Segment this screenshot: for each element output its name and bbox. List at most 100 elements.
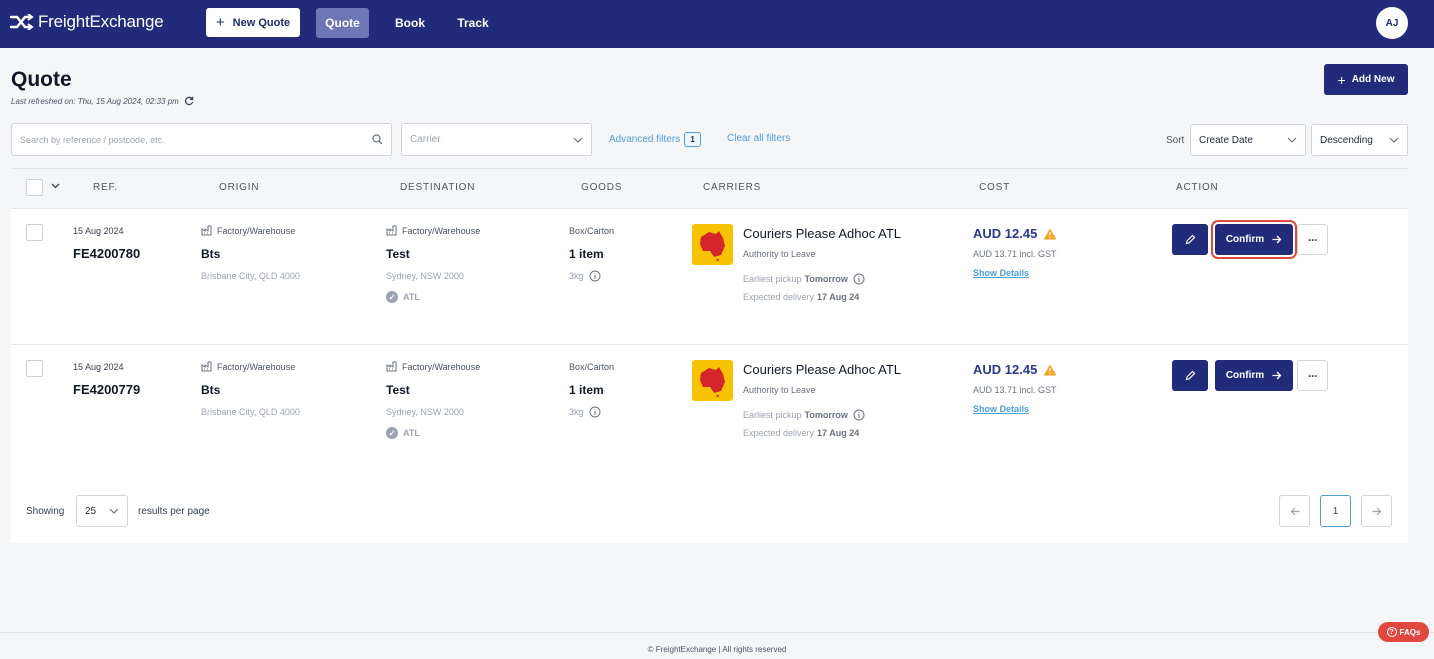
earliest-pickup: Earliest pickup Tomorrow bbox=[743, 273, 865, 285]
sort-order-select[interactable]: Descending bbox=[1311, 124, 1408, 156]
warning-icon bbox=[1037, 228, 1057, 240]
confirm-button[interactable]: Confirm bbox=[1215, 224, 1293, 255]
info-icon[interactable] bbox=[853, 409, 865, 421]
atl-label: ATL bbox=[403, 428, 420, 438]
destination-name: Test bbox=[386, 247, 410, 261]
carrier-select[interactable]: Carrier bbox=[401, 123, 592, 156]
factory-icon bbox=[386, 225, 402, 236]
arrow-right-icon bbox=[1264, 371, 1282, 380]
origin-location: Brisbane City, QLD 4000 bbox=[201, 407, 300, 417]
quote-ref[interactable]: FE4200780 bbox=[73, 246, 140, 261]
per-page-select[interactable]: 25 bbox=[76, 495, 128, 527]
last-refreshed-text: Last refreshed on: Thu, 15 Aug 2024, 02:… bbox=[11, 96, 179, 106]
info-icon[interactable] bbox=[589, 270, 601, 282]
edit-button[interactable] bbox=[1172, 224, 1208, 255]
cost-price: AUD 12.45 bbox=[973, 226, 1057, 241]
origin-type-label: Factory/Warehouse bbox=[217, 361, 296, 372]
faqs-button[interactable]: ? FAQs bbox=[1378, 622, 1429, 642]
destination-type: Factory/Warehouse bbox=[386, 361, 480, 372]
carrier-name: Couriers Please Adhoc ATL bbox=[743, 362, 902, 377]
factory-icon bbox=[201, 361, 217, 372]
faqs-label: FAQs bbox=[1399, 627, 1421, 637]
tab-quote[interactable]: Quote bbox=[316, 8, 369, 38]
check-circle-icon: ✓ bbox=[386, 427, 398, 439]
chevron-down-icon bbox=[1389, 137, 1399, 143]
logo-text: FreightExchange bbox=[38, 12, 164, 31]
cost-price: AUD 12.45 bbox=[973, 362, 1057, 377]
info-icon[interactable] bbox=[853, 273, 865, 285]
more-options-button[interactable]: ··· bbox=[1297, 224, 1328, 255]
question-icon: ? bbox=[1386, 627, 1397, 637]
warning-icon bbox=[1037, 364, 1057, 376]
expected-delivery: Expected delivery 17 Aug 24 bbox=[743, 292, 859, 302]
goods-quantity: 1 item bbox=[569, 383, 604, 397]
atl-tag: ✓ ATL bbox=[386, 291, 420, 303]
column-header-destination: DESTINATION bbox=[400, 182, 476, 193]
chevron-down-icon[interactable] bbox=[51, 183, 60, 189]
column-header-carriers: CARRIERS bbox=[703, 182, 762, 193]
table-header: REF. ORIGIN DESTINATION GOODS CARRIERS C… bbox=[11, 168, 1408, 209]
goods-weight: 3kg bbox=[569, 406, 601, 418]
search-icon[interactable] bbox=[372, 134, 383, 145]
per-page-value: 25 bbox=[85, 505, 97, 517]
next-page-button[interactable] bbox=[1361, 495, 1392, 527]
confirm-label: Confirm bbox=[1225, 370, 1265, 381]
arrow-right-icon bbox=[1372, 507, 1382, 516]
add-new-button[interactable]: + Add New bbox=[1324, 64, 1408, 95]
sort-field-select[interactable]: Create Date bbox=[1190, 124, 1306, 156]
copyright-text: © FreightExchange | All rights reserved bbox=[647, 645, 787, 654]
row-checkbox[interactable] bbox=[26, 224, 43, 241]
tab-book[interactable]: Book bbox=[385, 8, 435, 38]
refresh-icon[interactable] bbox=[179, 96, 194, 106]
factory-icon bbox=[201, 225, 217, 236]
previous-page-button[interactable] bbox=[1279, 495, 1310, 527]
origin-location: Brisbane City, QLD 4000 bbox=[201, 271, 300, 281]
quote-date: 15 Aug 2024 bbox=[73, 362, 124, 372]
carrier-logo bbox=[692, 360, 733, 401]
earliest-pickup-value: Tomorrow bbox=[804, 274, 848, 284]
new-quote-button[interactable]: + New Quote bbox=[206, 8, 300, 37]
pagination-bar: Showing 25 results per page 1 bbox=[11, 480, 1408, 543]
last-refreshed: Last refreshed on: Thu, 15 Aug 2024, 02:… bbox=[11, 96, 194, 106]
goods-quantity: 1 item bbox=[569, 247, 604, 261]
cost-price-value: AUD 12.45 bbox=[973, 362, 1038, 377]
table-row: 15 Aug 2024 FE4200780 Factory/Warehouse … bbox=[11, 209, 1408, 345]
arrow-left-icon bbox=[1290, 507, 1300, 516]
search-input[interactable] bbox=[12, 124, 352, 155]
advanced-filters-count-badge: 1 bbox=[684, 132, 702, 147]
earliest-pickup: Earliest pickup Tomorrow bbox=[743, 409, 865, 421]
page-button-current[interactable]: 1 bbox=[1320, 495, 1351, 527]
sort-order-value: Descending bbox=[1320, 134, 1373, 146]
origin-name: Bts bbox=[201, 383, 221, 397]
confirm-button[interactable]: Confirm bbox=[1215, 360, 1293, 391]
expected-delivery-value: 17 Aug 24 bbox=[817, 428, 860, 438]
select-all-checkbox[interactable] bbox=[26, 179, 43, 196]
logo[interactable]: FreightExchange bbox=[10, 12, 164, 32]
show-details-link[interactable]: Show Details bbox=[973, 268, 1029, 278]
destination-type: Factory/Warehouse bbox=[386, 225, 480, 236]
cost-incl-gst: AUD 13.71 incl. GST bbox=[973, 385, 1057, 395]
sort-label: Sort bbox=[1166, 135, 1185, 146]
freightexchange-logo-icon bbox=[10, 14, 34, 30]
avatar[interactable]: AJ bbox=[1376, 7, 1408, 39]
add-new-label: Add New bbox=[1351, 74, 1395, 85]
sort-field-value: Create Date bbox=[1199, 134, 1253, 146]
carrier-logo bbox=[692, 224, 733, 265]
quote-date: 15 Aug 2024 bbox=[73, 226, 124, 236]
atl-label: ATL bbox=[403, 292, 420, 302]
advanced-filters-link[interactable]: Advanced filters 1 bbox=[609, 132, 702, 147]
more-options-button[interactable]: ··· bbox=[1297, 360, 1328, 391]
footer: © FreightExchange | All rights reserved bbox=[0, 632, 1434, 659]
edit-button[interactable] bbox=[1172, 360, 1208, 391]
earliest-pickup-label: Earliest pickup bbox=[743, 410, 802, 420]
show-details-link[interactable]: Show Details bbox=[973, 404, 1029, 414]
row-checkbox[interactable] bbox=[26, 360, 43, 377]
expected-delivery-label: Expected delivery bbox=[743, 292, 815, 302]
atl-tag: ✓ ATL bbox=[386, 427, 420, 439]
destination-name: Test bbox=[386, 383, 410, 397]
clear-all-filters-link[interactable]: Clear all filters bbox=[727, 133, 790, 144]
info-icon[interactable] bbox=[589, 406, 601, 418]
quote-ref[interactable]: FE4200779 bbox=[73, 382, 140, 397]
top-nav: FreightExchange + New Quote Quote Book T… bbox=[0, 0, 1434, 48]
tab-track[interactable]: Track bbox=[448, 8, 498, 38]
